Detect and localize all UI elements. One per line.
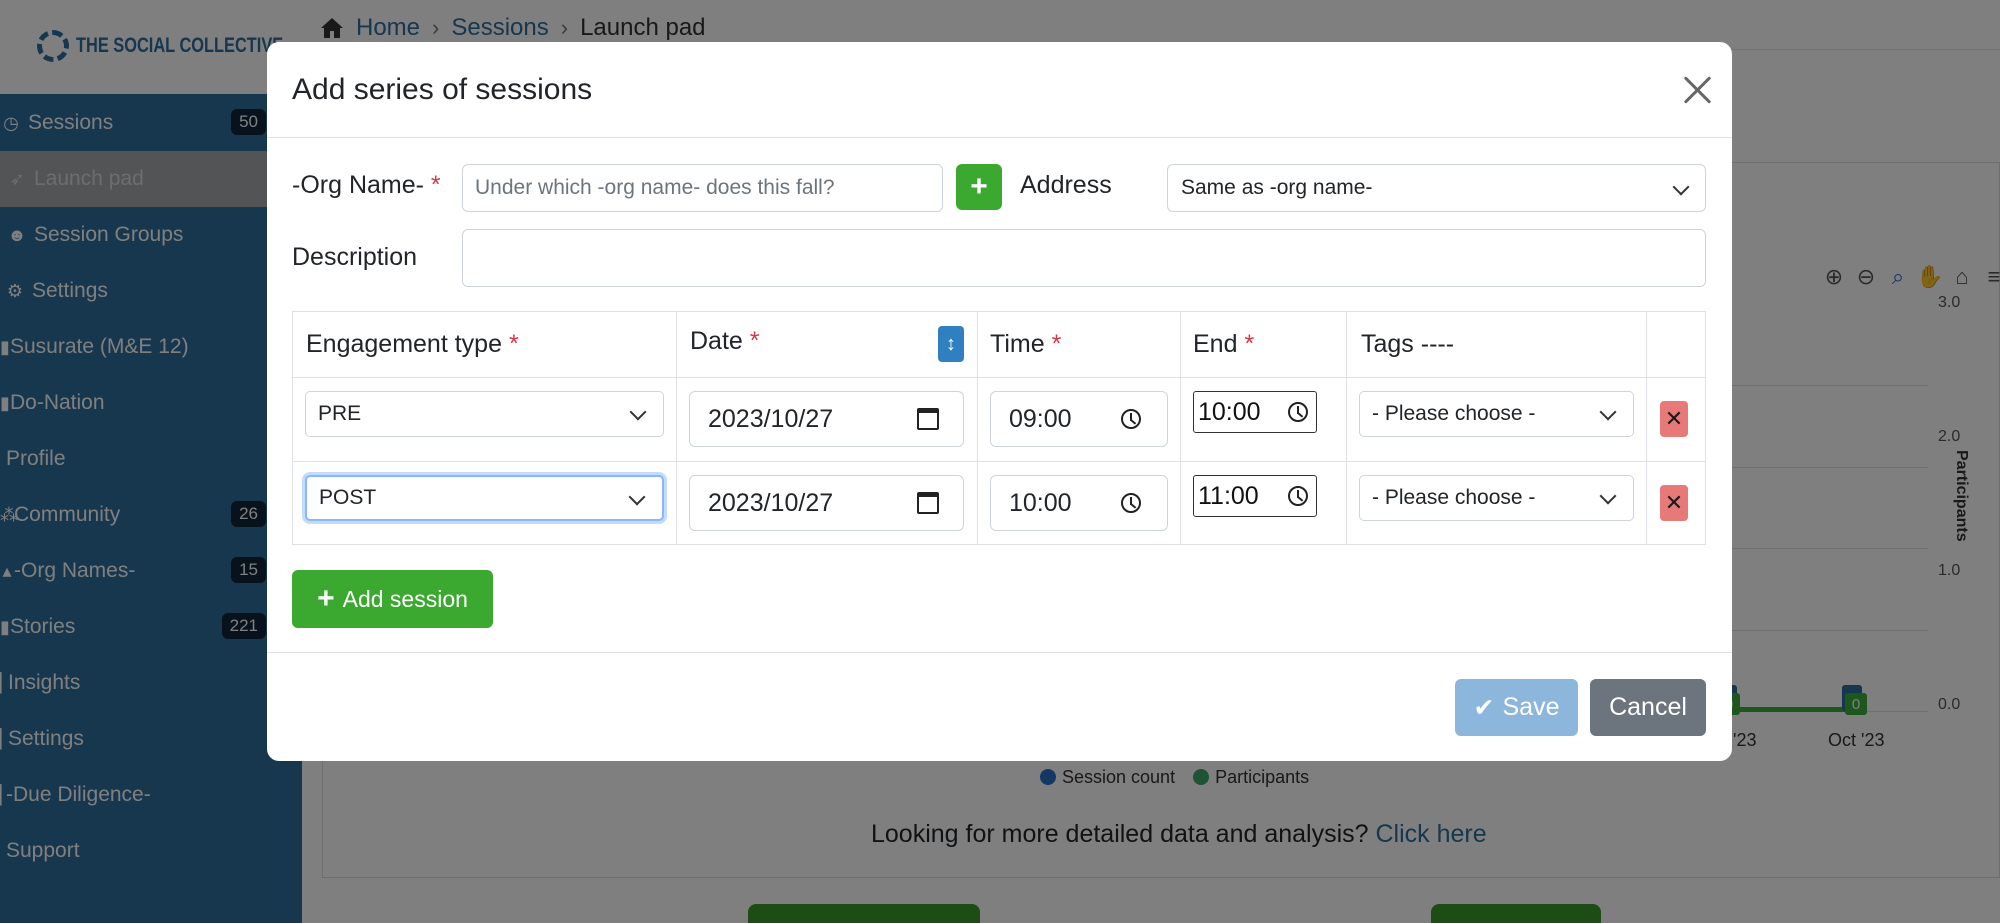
add-series-modal: Add series of sessions -Org Name- * + Ad… bbox=[267, 42, 1732, 761]
table-divider bbox=[293, 377, 1705, 378]
save-button[interactable]: ✔ Save bbox=[1455, 679, 1578, 736]
table-divider bbox=[1180, 312, 1181, 544]
tags-select[interactable]: - Please choose - bbox=[1359, 475, 1634, 521]
calendar-icon[interactable] bbox=[917, 408, 939, 430]
chevron-down-icon bbox=[1672, 178, 1690, 196]
description-label: Description bbox=[292, 243, 418, 271]
date-input[interactable]: 2023/10/27 bbox=[689, 391, 964, 447]
time-input[interactable]: 10:00 bbox=[990, 475, 1168, 531]
engagement-type-select[interactable]: PRE bbox=[305, 391, 664, 437]
description-input[interactable] bbox=[462, 229, 1706, 287]
header-time: Time * bbox=[990, 330, 1062, 358]
header-end: End * bbox=[1193, 330, 1255, 358]
required-marker: * bbox=[749, 327, 760, 355]
delete-row-button[interactable]: ✕ bbox=[1660, 485, 1688, 521]
clock-icon[interactable] bbox=[1288, 486, 1308, 506]
add-org-button[interactable]: + bbox=[956, 164, 1002, 210]
add-session-button[interactable]: + Add session bbox=[292, 570, 493, 628]
header-date: Date * bbox=[690, 327, 760, 355]
plus-icon: + bbox=[970, 170, 988, 203]
sessions-table: Engagement type * Date * ↕ Time * End * … bbox=[292, 311, 1706, 545]
required-marker: * bbox=[508, 330, 519, 358]
time-input[interactable]: 09:00 bbox=[990, 391, 1168, 447]
delete-row-button[interactable]: ✕ bbox=[1660, 401, 1688, 437]
end-time-input[interactable]: 11:00 bbox=[1193, 475, 1317, 517]
close-icon[interactable] bbox=[1679, 72, 1715, 108]
calendar-icon[interactable] bbox=[917, 492, 939, 514]
chevron-down-icon bbox=[629, 403, 647, 421]
clock-icon[interactable] bbox=[1121, 493, 1141, 513]
check-icon: ✔ bbox=[1473, 693, 1495, 722]
address-label: Address bbox=[1020, 171, 1112, 199]
chevron-down-icon bbox=[1599, 487, 1617, 505]
table-divider bbox=[1646, 312, 1647, 544]
sort-arrows-icon: ↕ bbox=[946, 332, 956, 355]
org-name-label: -Org Name- * bbox=[292, 171, 441, 199]
date-input[interactable]: 2023/10/27 bbox=[689, 475, 964, 531]
header-engagement-type: Engagement type * bbox=[306, 330, 519, 358]
table-divider bbox=[977, 312, 978, 544]
close-x-icon: ✕ bbox=[1664, 490, 1684, 515]
modal-title: Add series of sessions bbox=[292, 73, 593, 106]
required-marker: * bbox=[1051, 330, 1062, 358]
header-tags: Tags ---- bbox=[1361, 330, 1455, 358]
clock-icon[interactable] bbox=[1288, 402, 1308, 422]
required-marker: * bbox=[1244, 330, 1255, 358]
close-x-icon: ✕ bbox=[1664, 406, 1684, 431]
org-name-input[interactable] bbox=[462, 164, 943, 212]
cancel-button[interactable]: Cancel bbox=[1590, 679, 1706, 736]
end-time-input[interactable]: 10:00 bbox=[1193, 391, 1317, 433]
sort-date-button[interactable]: ↕ bbox=[938, 326, 964, 362]
table-divider bbox=[1346, 312, 1347, 544]
table-divider bbox=[293, 461, 1705, 462]
plus-icon: + bbox=[317, 582, 335, 615]
engagement-type-select[interactable]: POST bbox=[305, 475, 664, 521]
modal-footer-divider bbox=[267, 652, 1732, 653]
clock-icon[interactable] bbox=[1121, 409, 1141, 429]
chevron-down-icon bbox=[628, 488, 646, 506]
modal-header: Add series of sessions bbox=[267, 42, 1732, 138]
table-divider bbox=[676, 312, 677, 544]
required-marker: * bbox=[430, 171, 441, 199]
address-select[interactable]: Same as -org name- bbox=[1167, 164, 1706, 212]
chevron-down-icon bbox=[1599, 403, 1617, 421]
tags-select[interactable]: - Please choose - bbox=[1359, 391, 1634, 437]
